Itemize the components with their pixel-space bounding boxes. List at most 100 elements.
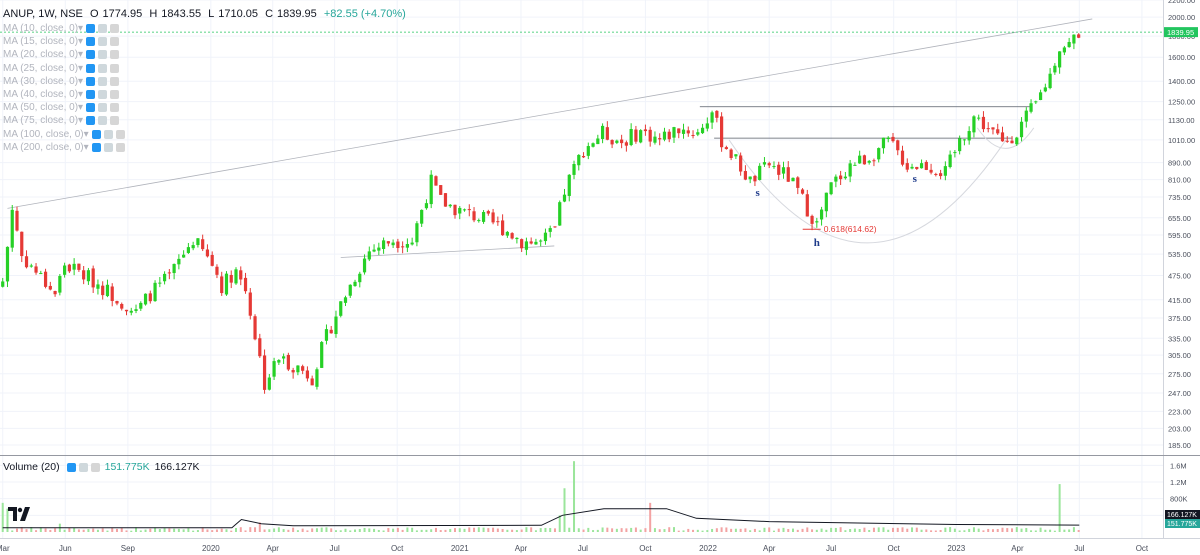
candle-body xyxy=(543,232,548,242)
ma-row[interactable]: MA (75, close, 0) ▾ xyxy=(3,114,125,127)
candle-body xyxy=(586,146,590,156)
close-icon[interactable] xyxy=(110,63,120,73)
price-tick-label: 1600.00 xyxy=(1168,53,1195,62)
ma-row[interactable]: MA (30, close, 0) ▾ xyxy=(3,75,125,88)
eye-icon[interactable] xyxy=(66,462,76,472)
ma-row[interactable]: MA (25, close, 0) ▾ xyxy=(3,62,125,75)
volume-bar xyxy=(825,529,828,532)
pattern-label: s xyxy=(756,187,761,199)
eye-icon[interactable] xyxy=(86,76,96,86)
ma-row[interactable]: MA (20, close, 0) ▾ xyxy=(3,48,125,61)
volume-last-label: 166.127K xyxy=(1167,512,1197,519)
dropdown-icon[interactable]: ▾ xyxy=(78,76,83,87)
dropdown-icon[interactable]: ▾ xyxy=(84,142,89,153)
volume-bar xyxy=(920,529,923,532)
candle-body xyxy=(34,266,38,273)
dropdown-icon[interactable]: ▾ xyxy=(78,36,83,47)
volume-bar xyxy=(868,529,871,532)
ma-row[interactable]: MA (40, close, 0) ▾ xyxy=(3,88,125,101)
dropdown-icon[interactable]: ▾ xyxy=(78,49,83,60)
eye-icon[interactable] xyxy=(86,24,96,34)
close-icon[interactable] xyxy=(110,50,120,60)
volume-value: 151.775K xyxy=(104,461,150,473)
gear-icon[interactable] xyxy=(98,63,108,73)
volume-indicator-label[interactable]: Volume (20) xyxy=(3,461,60,473)
gear-icon[interactable] xyxy=(98,90,108,100)
candle-body xyxy=(229,274,233,283)
eye-icon[interactable] xyxy=(91,129,101,139)
candle-body xyxy=(367,251,371,260)
volume-bar xyxy=(287,529,290,532)
volume-bar xyxy=(273,528,276,532)
price-tick-label: 275.00 xyxy=(1168,370,1191,379)
gear-icon[interactable] xyxy=(98,24,108,34)
volume-bar xyxy=(792,528,795,532)
candle-body xyxy=(800,189,805,194)
candle-body xyxy=(429,174,433,205)
volume-bar xyxy=(1020,528,1023,532)
close-icon[interactable] xyxy=(115,142,125,152)
volume-bar xyxy=(473,527,476,532)
ma-row[interactable]: MA (200, close, 0) ▾ xyxy=(3,141,125,154)
time-tick-label: Jul xyxy=(578,544,588,553)
ma-row[interactable]: MA (50, close, 0) ▾ xyxy=(3,101,125,114)
change-value: +82.55 (+4.70%) xyxy=(323,8,406,20)
volume-bar xyxy=(515,530,518,532)
eye-icon[interactable] xyxy=(91,142,101,152)
eye-icon[interactable] xyxy=(86,63,96,73)
close-icon[interactable] xyxy=(115,129,125,139)
symbol-label[interactable]: ANUP, 1W, NSE xyxy=(3,8,83,20)
gear-icon[interactable] xyxy=(98,37,108,47)
dropdown-icon[interactable]: ▾ xyxy=(78,102,83,113)
close-icon[interactable] xyxy=(110,24,120,34)
volume-bar xyxy=(144,529,147,532)
candle-body xyxy=(934,173,938,175)
volume-bar xyxy=(744,528,747,532)
close-icon[interactable] xyxy=(110,103,120,113)
candle-body xyxy=(329,329,333,334)
eye-icon[interactable] xyxy=(86,90,96,100)
ma-label: MA (40, close, 0) xyxy=(3,89,79,101)
dropdown-icon[interactable]: ▾ xyxy=(84,129,89,140)
eye-icon[interactable] xyxy=(86,116,96,126)
ma-row[interactable]: MA (10, close, 0) ▾ xyxy=(3,22,125,35)
gear-icon[interactable] xyxy=(98,103,108,113)
gear-icon[interactable] xyxy=(103,129,113,139)
dropdown-icon[interactable]: ▾ xyxy=(78,115,83,126)
dropdown-icon[interactable]: ▾ xyxy=(78,63,83,74)
volume-bar xyxy=(877,527,880,532)
volume-bar xyxy=(839,527,842,532)
close-icon[interactable] xyxy=(110,90,120,100)
ma-row[interactable]: MA (100, close, 0) ▾ xyxy=(3,128,125,141)
gear-icon[interactable] xyxy=(103,142,113,152)
open-label: O xyxy=(89,8,99,20)
close-icon[interactable] xyxy=(110,116,120,126)
dropdown-icon[interactable]: ▾ xyxy=(78,23,83,34)
candle-body xyxy=(639,130,643,143)
volume-bar xyxy=(611,528,614,532)
candle-body xyxy=(715,110,719,118)
gear-icon[interactable] xyxy=(98,116,108,126)
volume-bar xyxy=(863,527,866,532)
ma-row[interactable]: MA (15, close, 0) ▾ xyxy=(3,35,125,48)
close-icon[interactable] xyxy=(110,37,120,47)
eye-icon[interactable] xyxy=(86,103,96,113)
close-icon[interactable] xyxy=(90,462,100,472)
volume-bar xyxy=(958,530,961,532)
volume-bar xyxy=(158,529,161,532)
eye-icon[interactable] xyxy=(86,50,96,60)
close-icon[interactable] xyxy=(110,76,120,86)
pattern-label: s xyxy=(913,173,918,185)
candle-body xyxy=(815,221,819,223)
gear-icon[interactable] xyxy=(98,50,108,60)
price-tick-label: 890.00 xyxy=(1168,159,1191,168)
dropdown-icon[interactable]: ▾ xyxy=(78,89,83,100)
volume-bar xyxy=(573,461,576,532)
gear-icon[interactable] xyxy=(78,462,88,472)
candle-body xyxy=(1024,110,1028,122)
volume-bar xyxy=(230,530,233,532)
candle-body xyxy=(101,285,105,296)
eye-icon[interactable] xyxy=(86,37,96,47)
gear-icon[interactable] xyxy=(98,76,108,86)
volume-bar xyxy=(520,529,523,532)
